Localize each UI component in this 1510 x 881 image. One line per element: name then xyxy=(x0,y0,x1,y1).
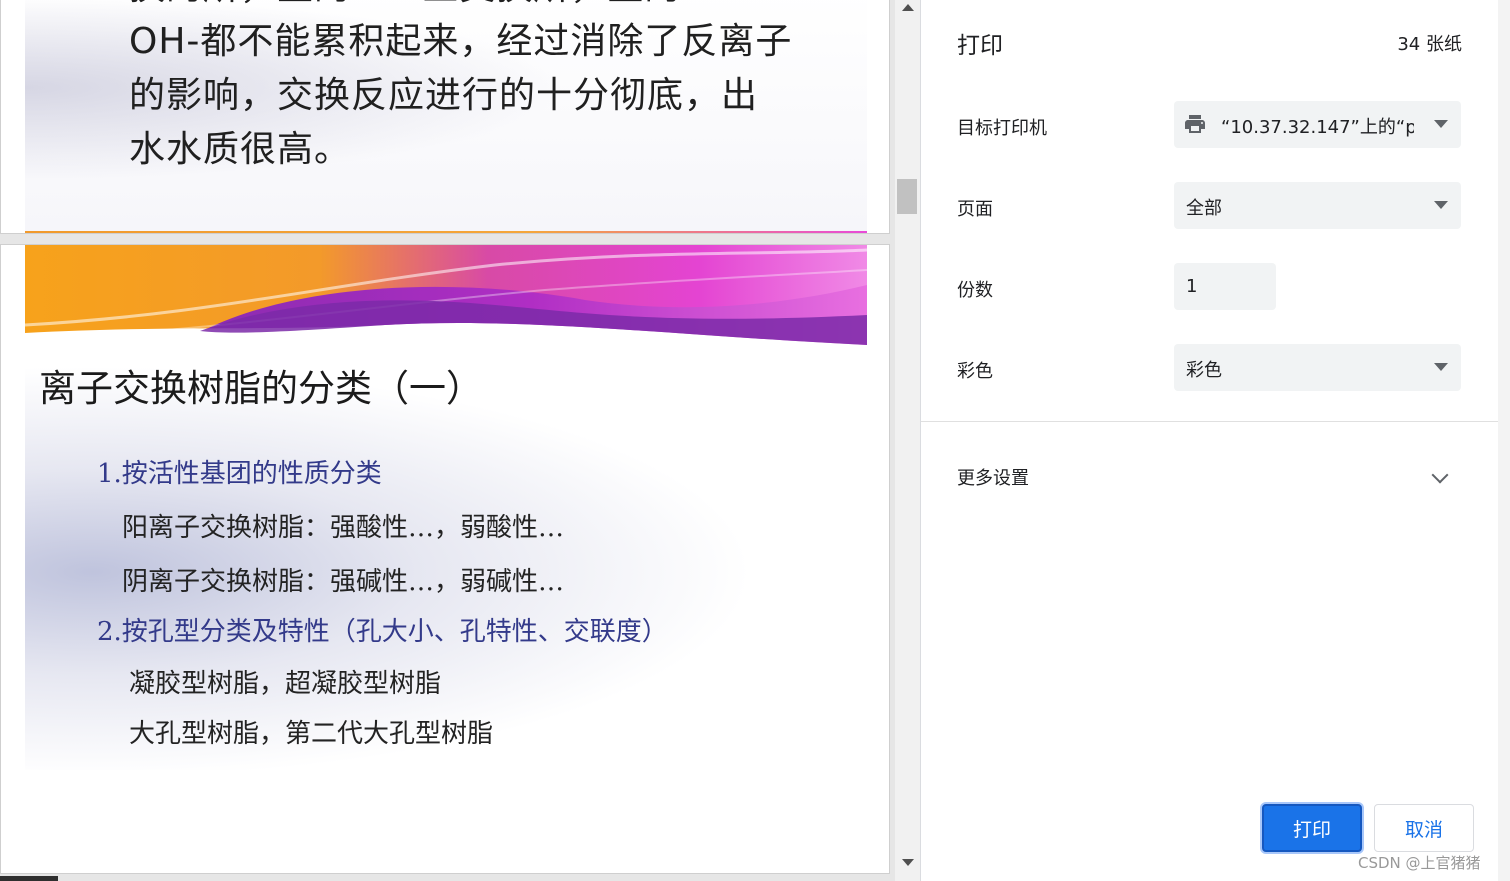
slide-title: 离子交换树脂的分类（一） xyxy=(39,367,483,410)
print-settings-panel: 打印 34 张纸 目标打印机 “10.37.32.147”上的“p9 页面 全部… xyxy=(920,0,1498,881)
destination-label: 目标打印机 xyxy=(957,118,1047,139)
print-preview[interactable]: 换的所，生的OH-业交换所，生的 OH-都不能累积起来，经过消除了反离子 的影响… xyxy=(0,0,895,881)
slide-bullet-heading: 1.按活性基团的性质分类 xyxy=(97,459,382,489)
printer-icon xyxy=(1185,115,1205,133)
color-select[interactable]: 彩色 xyxy=(1174,344,1461,391)
scrollbar-thumb[interactable] xyxy=(897,179,917,214)
slide-text-line: 水水质很高。 xyxy=(129,129,352,170)
preview-scrollbar[interactable] xyxy=(895,0,920,881)
more-settings-toggle[interactable]: 更多设置 xyxy=(921,450,1498,504)
preview-page-previous: 换的所，生的OH-业交换所，生的 OH-都不能累积起来，经过消除了反离子 的影响… xyxy=(0,0,890,234)
pages-select[interactable]: 全部 xyxy=(1174,182,1461,229)
chevron-down-icon xyxy=(1431,466,1449,484)
scroll-up-icon[interactable] xyxy=(902,4,914,11)
slide-text-line: 的影响，交换反应进行的十分彻底，出 xyxy=(129,75,759,116)
slide-text-line: 换的所，生的OH-业交换所，生的 xyxy=(129,0,819,15)
taskbar-fragment xyxy=(0,876,58,881)
color-label: 彩色 xyxy=(957,361,993,382)
caret-down-icon xyxy=(1434,201,1448,209)
panel-title: 打印 xyxy=(957,33,1003,59)
slide-divider xyxy=(25,231,867,233)
caret-down-icon xyxy=(1434,120,1448,128)
pages-value: 全部 xyxy=(1186,198,1222,219)
copies-label: 份数 xyxy=(957,280,993,301)
slide-bullet: 阳离子交换树脂：强酸性…，弱酸性… xyxy=(122,513,565,543)
more-settings-label: 更多设置 xyxy=(957,468,1029,489)
slide-text-line: OH-都不能累积起来，经过消除了反离子 xyxy=(129,21,793,62)
pages-label: 页面 xyxy=(957,199,993,220)
slide-banner-graphic xyxy=(25,245,867,360)
destination-select[interactable]: “10.37.32.147”上的“p9 xyxy=(1174,101,1461,148)
print-button[interactable]: 打印 xyxy=(1262,804,1362,852)
watermark: CSDN @上官猪猪 xyxy=(1358,854,1481,872)
slide-paragraph: 换的所，生的OH-业交换所，生的 OH-都不能累积起来，经过消除了反离子 的影响… xyxy=(129,0,819,177)
slide-bullet: 凝胶型树脂，超凝胶型树脂 xyxy=(129,669,442,699)
destination-value: “10.37.32.147”上的“p9 xyxy=(1221,117,1414,138)
section-divider xyxy=(921,421,1498,422)
cancel-button[interactable]: 取消 xyxy=(1374,804,1474,852)
sheet-count: 34 张纸 xyxy=(1397,34,1462,55)
slide-bullet: 大孔型树脂，第二代大孔型树脂 xyxy=(129,719,494,749)
slide-bullet-heading: 2.按孔型分类及特性（孔大小、孔特性、交联度） xyxy=(97,617,668,647)
slide-bullet: 阴离子交换树脂：强碱性…，弱碱性… xyxy=(122,567,565,597)
scroll-down-icon[interactable] xyxy=(902,859,914,866)
preview-page-current: 离子交换树脂的分类（一） 1.按活性基团的性质分类 阳离子交换树脂：强酸性…，弱… xyxy=(0,244,890,874)
caret-down-icon xyxy=(1434,363,1448,371)
copies-input[interactable] xyxy=(1174,263,1276,310)
window-edge xyxy=(1498,0,1510,881)
color-value: 彩色 xyxy=(1186,360,1222,381)
